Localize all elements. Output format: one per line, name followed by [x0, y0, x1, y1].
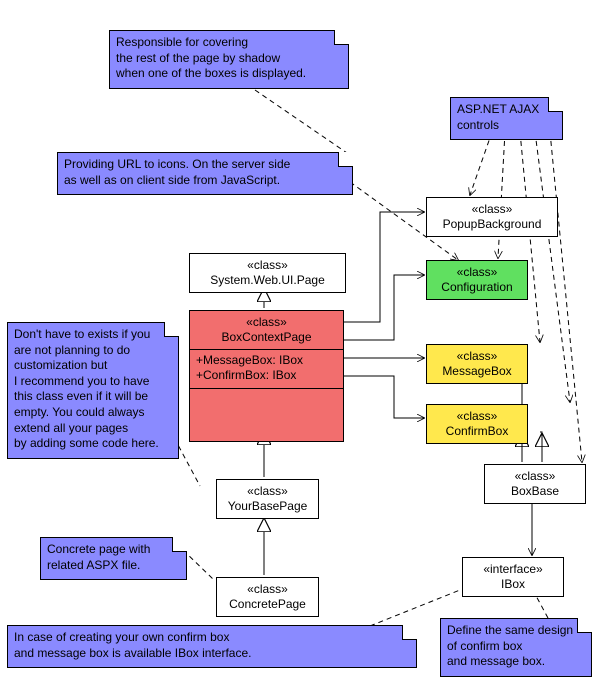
note-text: Providing URL to icons. On the server si…: [64, 157, 290, 187]
note-text: Define the same designof confirm boxand …: [447, 623, 573, 668]
class-name: ConfirmBox: [433, 424, 521, 439]
note-text: Concrete page withrelated ASPX file.: [47, 542, 150, 572]
stereotype: «class»: [433, 265, 521, 280]
class-name: IBox: [469, 577, 557, 592]
class-yourbasepage: «class» YourBasePage: [216, 479, 319, 519]
class-messagebox: «class» MessageBox: [426, 344, 528, 384]
stereotype: «class»: [433, 409, 521, 424]
class-concretepage: «class» ConcretePage: [216, 577, 319, 617]
class-system-page: «class» System.Web.UI.Page: [189, 253, 346, 293]
note-text: Don't have to exists if youare not plann…: [14, 327, 159, 450]
note-fold-icon: [577, 618, 592, 633]
stereotype: «class»: [433, 202, 551, 217]
note-customization: Don't have to exists if youare not plann…: [7, 322, 179, 459]
note-text: In case of creating your own confirm box…: [14, 630, 251, 660]
class-popupbackground: «class» PopupBackground: [426, 197, 558, 237]
class-operations: [190, 388, 343, 441]
class-boxcontextpage: «class» BoxContextPage +MessageBox: IBox…: [189, 310, 344, 442]
note-fold-icon: [172, 537, 187, 552]
note-fold-icon: [164, 322, 179, 337]
note-design: Define the same designof confirm boxand …: [440, 618, 592, 677]
stereotype: «class»: [196, 315, 337, 330]
note-text: ASP.NET AJAXcontrols: [457, 102, 539, 132]
note-shadow: Responsible for coveringthe rest of the …: [109, 30, 349, 89]
class-name: Configuration: [433, 280, 521, 295]
class-attributes: +MessageBox: IBox+ConfirmBox: IBox: [190, 349, 343, 388]
class-name: System.Web.UI.Page: [196, 273, 339, 288]
note-text: Responsible for coveringthe rest of the …: [116, 35, 306, 80]
stereotype: «class»: [433, 349, 521, 364]
stereotype: «interface»: [469, 562, 557, 577]
class-name: ConcretePage: [223, 597, 312, 612]
note-fold-icon: [338, 152, 353, 167]
class-confirmbox: «class» ConfirmBox: [426, 404, 528, 444]
class-attribute-text: +MessageBox: IBox+ConfirmBox: IBox: [196, 353, 303, 382]
stereotype: «class»: [491, 469, 579, 484]
note-fold-icon: [548, 97, 563, 112]
stereotype: «class»: [223, 582, 312, 597]
note-aspx: Concrete page withrelated ASPX file.: [40, 537, 187, 580]
note-fold-icon: [334, 30, 349, 45]
note-ajax: ASP.NET AJAXcontrols: [450, 97, 563, 140]
note-icons: Providing URL to icons. On the server si…: [57, 152, 353, 195]
class-name: MessageBox: [433, 364, 521, 379]
stereotype: «class»: [196, 258, 339, 273]
class-configuration: «class» Configuration: [426, 260, 528, 300]
class-name: BoxBase: [491, 484, 579, 499]
stereotype: «class»: [223, 484, 312, 499]
class-name: YourBasePage: [223, 499, 312, 514]
class-boxbase: «class» BoxBase: [484, 464, 586, 504]
class-name: PopupBackground: [433, 217, 551, 232]
interface-ibox: «interface» IBox: [462, 557, 564, 597]
note-ibox: In case of creating your own confirm box…: [7, 625, 417, 668]
class-name: BoxContextPage: [196, 330, 337, 345]
note-fold-icon: [402, 625, 417, 640]
